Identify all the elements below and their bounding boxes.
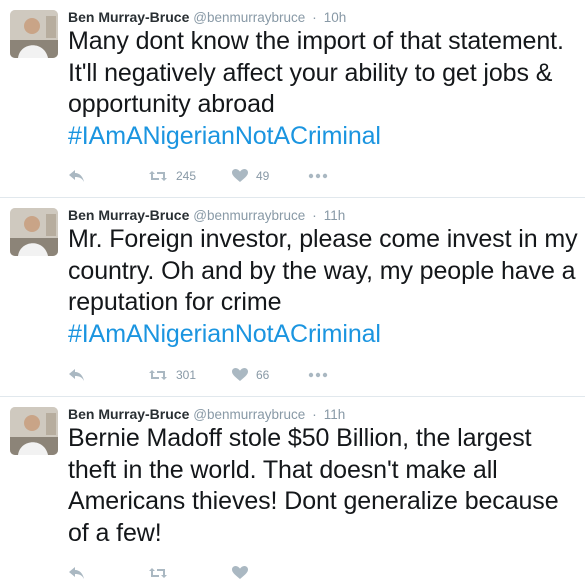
like-button[interactable]: 49 [232,169,269,183]
tweet[interactable]: Ben Murray-Bruce @benmurraybruce · 10h M… [0,0,585,198]
tweet-time[interactable]: 11h [324,407,346,422]
reply-button[interactable] [68,566,86,580]
tweet-text: Bernie Madoff stole $50 Billion, the lar… [68,423,578,549]
reply-button[interactable] [68,368,86,382]
heart-icon [232,566,248,579]
retweet-button[interactable]: 245 [148,169,196,183]
like-count: 66 [256,368,270,382]
avatar[interactable] [10,10,58,58]
hashtag-link[interactable]: #IAmANigerianNotACriminal [68,320,381,348]
tweet-time[interactable]: 11h [324,208,346,223]
reply-icon [69,369,84,381]
tweet-body: Mr. Foreign investor, please come invest… [68,225,578,316]
more-icon [308,372,328,378]
tweet-feed: Ben Murray-Bruce @benmurraybruce · 10h M… [0,0,585,579]
like-button[interactable] [232,566,248,580]
hashtag-link[interactable]: #IAmANigerianNotACriminal [68,122,381,150]
heart-icon [232,169,248,182]
like-count: 49 [256,169,270,183]
more-button[interactable] [308,173,328,179]
tweet-time[interactable]: 10h [324,10,347,25]
author-name[interactable]: Ben Murray-Bruce [68,9,189,25]
tweet-header: Ben Murray-Bruce @benmurraybruce · 11h [68,206,345,225]
author-handle[interactable]: @benmurraybruce [193,407,305,422]
avatar[interactable] [10,407,58,455]
like-button[interactable]: 66 [232,368,269,382]
retweet-icon [149,370,167,380]
more-button[interactable] [308,372,328,378]
separator-dot: · [312,9,317,25]
tweet-body: Many dont know the import of that statem… [68,27,564,118]
retweet-button[interactable] [148,566,168,580]
heart-icon [232,368,248,381]
tweet-body: Bernie Madoff stole $50 Billion, the lar… [68,424,559,547]
author-name[interactable]: Ben Murray-Bruce [68,406,189,422]
retweet-icon [149,568,167,578]
tweet[interactable]: Ben Murray-Bruce @benmurraybruce · 11h B… [0,397,585,579]
retweet-button[interactable]: 301 [148,368,196,382]
retweet-count: 301 [176,368,197,382]
reply-icon [69,170,84,182]
tweet-header: Ben Murray-Bruce @benmurraybruce · 10h [68,8,346,27]
author-handle[interactable]: @benmurraybruce [193,208,305,223]
reply-icon [69,567,84,579]
avatar[interactable] [10,208,58,256]
retweet-count: 245 [176,169,197,183]
author-handle[interactable]: @benmurraybruce [193,10,305,25]
tweet-text: Many dont know the import of that statem… [68,26,578,152]
author-name[interactable]: Ben Murray-Bruce [68,207,189,223]
retweet-icon [149,171,167,181]
tweet-text: Mr. Foreign investor, please come invest… [68,224,578,350]
more-icon [308,173,328,179]
tweet-header: Ben Murray-Bruce @benmurraybruce · 11h [68,405,345,424]
tweet[interactable]: Ben Murray-Bruce @benmurraybruce · 11h M… [0,198,585,397]
separator-dot: · [312,406,317,422]
reply-button[interactable] [68,169,86,183]
separator-dot: · [312,207,317,223]
